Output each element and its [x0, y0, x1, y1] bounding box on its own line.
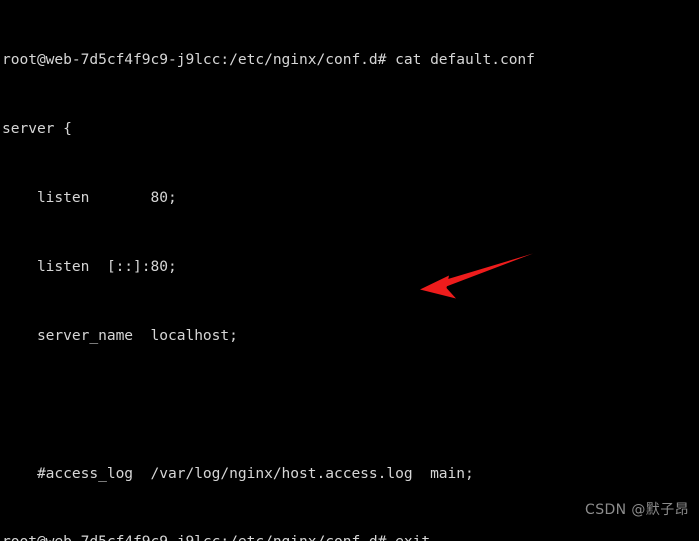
- terminal-output: root@web-7d5cf4f9c9-j9lcc:/etc/nginx/con…: [0, 0, 699, 541]
- terminal-line: #access_log /var/log/nginx/host.access.l…: [2, 465, 474, 482]
- terminal-line: listen 80;: [2, 189, 177, 206]
- terminal-line: root@web-7d5cf4f9c9-j9lcc:/etc/nginx/con…: [2, 51, 535, 68]
- terminal-line: server_name localhost;: [2, 327, 238, 344]
- terminal-line-clipped: root@web-7d5cf4f9c9-j9lcc:/etc/nginx/con…: [2, 530, 430, 541]
- terminal-window[interactable]: root@web-7d5cf4f9c9-j9lcc:/etc/nginx/con…: [0, 0, 699, 541]
- csdn-watermark: CSDN @默子昂: [585, 502, 689, 518]
- terminal-line: listen [::]:80;: [2, 258, 177, 275]
- terminal-line: server {: [2, 120, 72, 137]
